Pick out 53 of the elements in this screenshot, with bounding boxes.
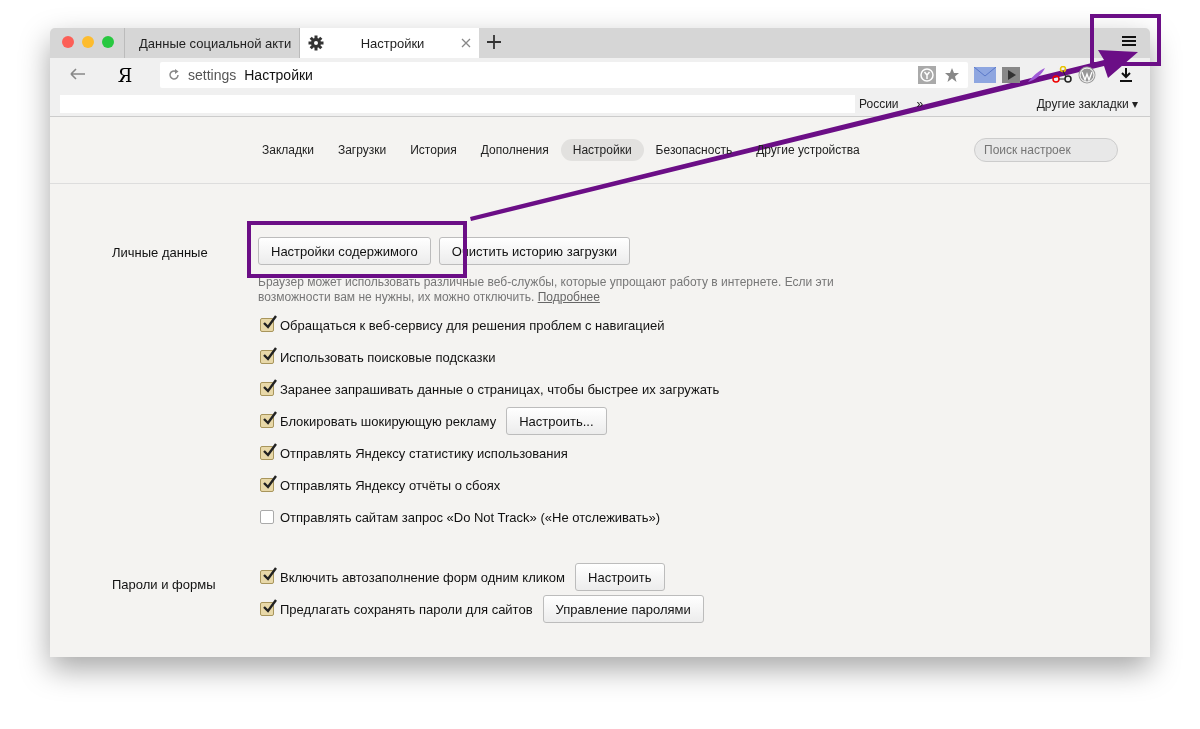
other-bookmarks[interactable]: Другие закладки ▾	[1036, 97, 1138, 111]
address-bar[interactable]: settings Настройки	[160, 62, 968, 88]
close-icon[interactable]	[461, 38, 471, 48]
checkbox[interactable]	[260, 414, 274, 428]
nav-tab[interactable]: Настройки	[560, 139, 644, 161]
play-icon[interactable]	[1002, 67, 1020, 83]
settings-button[interactable]: Настроить	[575, 563, 665, 591]
option-label: Заранее запрашивать данные о страницах, чтобы быстрее их загружать	[280, 381, 720, 397]
settings-button[interactable]: Настройки содержимого	[258, 237, 431, 265]
nav-tab[interactable]: Дополнения	[468, 139, 561, 161]
feather-icon[interactable]	[1026, 67, 1046, 83]
star-icon[interactable]	[944, 67, 960, 83]
option-label: Обращаться к веб-сервису для решения проблем с навигацией	[280, 317, 665, 333]
browser-tab[interactable]: Настройки	[299, 28, 479, 58]
bookmark-item[interactable]: России	[859, 97, 899, 111]
checkbox[interactable]	[260, 446, 274, 460]
checkbox[interactable]	[260, 478, 274, 492]
checkbox[interactable]	[260, 510, 274, 524]
gear-icon	[308, 35, 324, 51]
menu-icon	[1122, 35, 1136, 47]
nav-tab[interactable]: Закладки	[250, 139, 326, 161]
search-field[interactable]: Поиск настроек	[974, 138, 1118, 162]
section-description: Браузер может использовать различные веб-службы, которые упрощают работу в интернете. Если эти возможности вам не нужны, их можно отключить. Подробнее	[258, 275, 835, 305]
section-title: Пароли и формы	[111, 576, 217, 594]
plus-icon	[487, 35, 501, 49]
address-title: Настройки	[244, 67, 314, 83]
checkbox[interactable]	[260, 602, 274, 616]
option-label: Отправлять Яндексу отчёты о сбоях	[280, 477, 501, 493]
nav-tab[interactable]: Другие устройства	[744, 139, 872, 161]
checkbox[interactable]	[260, 318, 274, 332]
option-label: Предлагать сохранять пароли для сайтов	[280, 601, 533, 617]
option-label: Использовать поисковые подсказки	[280, 349, 496, 365]
checkbox[interactable]	[260, 382, 274, 396]
address-scheme: settings	[188, 67, 237, 83]
nav-tab[interactable]: Безопасность	[643, 139, 745, 161]
highlight-frame	[1090, 14, 1161, 66]
section-title: Личные данные	[111, 244, 209, 262]
option-label: Блокировать шокирующую рекламу	[280, 413, 497, 429]
checkbox[interactable]	[260, 570, 274, 584]
nodes-icon[interactable]	[1052, 66, 1072, 84]
nav-tab[interactable]: Загрузки	[325, 139, 399, 161]
reload-icon	[168, 69, 180, 81]
browser-logo[interactable]: Я	[90, 64, 160, 86]
option-label: Включить автозаполнение форм одним кликом	[280, 569, 566, 585]
download-icon[interactable]	[1120, 68, 1132, 82]
option-label: Отправлять сайтам запрос «Do Not Track» («Не отслеживать»)	[280, 509, 661, 525]
option-label: Отправлять Яндексу статистику использования	[280, 445, 568, 461]
nav-tab[interactable]: История	[398, 139, 469, 161]
back-arrow-icon	[70, 67, 86, 80]
settings-button[interactable]: Управление паролями	[542, 595, 704, 623]
checkbox[interactable]	[260, 350, 274, 364]
settings-button[interactable]: Настроить...	[506, 407, 607, 435]
more-link[interactable]: Подробнее	[537, 290, 600, 304]
